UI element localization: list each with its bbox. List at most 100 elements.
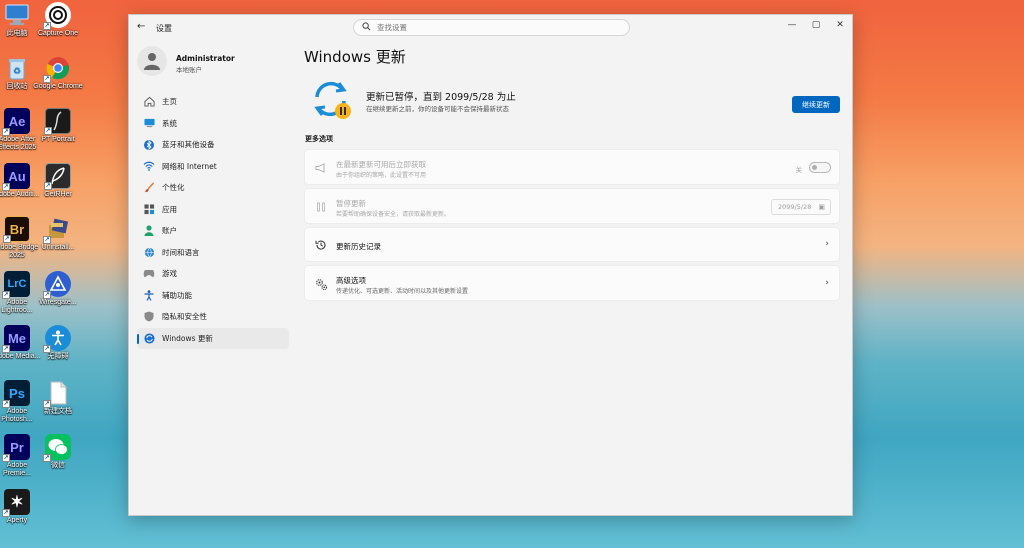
sidebar-nav: 主页 系统 蓝牙和其他设备 网络和 Internet 个性化 应用 账户 时间和… — [137, 91, 289, 349]
wechat-icon: ↗ — [43, 434, 71, 462]
back-button[interactable]: ← — [137, 21, 145, 32]
desktop-icon-new-document[interactable]: ↗ 新建文档 — [33, 380, 83, 416]
wiresgate-icon: ↗ — [43, 271, 71, 299]
user-icon — [144, 53, 160, 70]
update-paused-icon — [309, 77, 353, 121]
home-icon — [143, 96, 155, 108]
option-advanced[interactable]: 高级选项 传递优化、可选更新、活动时间以及其他更新设置 › — [304, 265, 840, 301]
history-icon — [314, 238, 328, 252]
desktop-icon-label: Aperty — [6, 517, 28, 524]
desktop-icon-accessibility[interactable]: ↗ 无障碍 — [33, 325, 83, 361]
media-encoder-icon: Me ↗ — [2, 325, 30, 353]
desktop-icon-aperty[interactable]: ✶ ↗ Aperty — [0, 489, 42, 525]
calendar-icon: ▣ — [818, 203, 825, 211]
sidebar-item-windows-update[interactable]: Windows 更新 — [137, 327, 289, 349]
system-icon — [143, 117, 155, 129]
desktop-icon-label: Wiresgate... — [39, 299, 77, 306]
account-icon — [143, 225, 155, 237]
audition-icon: Au ↗ — [2, 163, 30, 191]
desktop-icon-getrher[interactable]: ↗ GetRHer — [33, 163, 83, 199]
close-button[interactable]: ✕ — [829, 17, 851, 33]
sidebar-item-accessibility[interactable]: 辅助功能 — [137, 285, 289, 307]
option-update-history[interactable]: 更新历史记录 › — [304, 227, 840, 262]
desktop-icon-label: GetRHer — [44, 191, 72, 198]
sidebar-item-privacy[interactable]: 隐私和安全性 — [137, 306, 289, 328]
chevron-right-icon: › — [825, 278, 829, 288]
chrome-icon: ↗ — [43, 55, 71, 83]
sidebar-item-personalization[interactable]: 个性化 — [137, 177, 289, 199]
title-bar: ← 设置 — ▢ ✕ — [129, 15, 852, 41]
accessibility-icon — [143, 289, 155, 301]
photoshop-icon: Ps ↗ — [2, 380, 30, 408]
brush-icon — [143, 182, 155, 194]
sidebar-item-network[interactable]: 网络和 Internet — [137, 156, 289, 178]
user-profile[interactable]: Administrator 本地账户 — [137, 46, 287, 78]
svg-text:♻: ♻ — [13, 66, 21, 76]
date-value: 2099/5/28 — [778, 203, 812, 211]
capture-one-icon: ↗ — [43, 2, 71, 30]
update-icon — [143, 332, 155, 344]
account-type: 本地账户 — [176, 66, 202, 74]
toggle-state-label: 关 — [795, 166, 803, 174]
pt-portrait-icon: ↗ — [44, 108, 71, 135]
avatar — [137, 46, 167, 76]
option-title: 高级选项 — [336, 276, 366, 285]
search-input[interactable] — [377, 23, 607, 32]
resume-updates-button[interactable]: 继续更新 — [792, 96, 840, 113]
pause-icon — [314, 200, 328, 214]
bluetooth-icon — [143, 139, 155, 151]
sidebar-item-bluetooth[interactable]: 蓝牙和其他设备 — [137, 134, 289, 156]
sidebar-item-system[interactable]: 系统 — [137, 113, 289, 135]
accessibility-icon: ↗ — [43, 325, 71, 353]
chevron-right-icon: › — [825, 239, 829, 249]
user-name: Administrator — [176, 54, 235, 63]
status-title: 更新已暂停，直到 2099/5/28 为止 — [366, 92, 516, 103]
window-title: 设置 — [156, 24, 172, 33]
desktop-icon-label: 微信 — [51, 462, 65, 469]
computer-icon — [4, 2, 30, 28]
desktop-icon-uninstall[interactable]: ↗ Uninstall... — [33, 216, 83, 252]
gears-icon — [314, 277, 328, 291]
aperty-icon: ✶ ↗ — [2, 489, 30, 517]
sidebar-item-home[interactable]: 主页 — [137, 91, 289, 113]
desktop-icon-wechat[interactable]: ↗ 微信 — [33, 434, 83, 470]
option-subtitle: 由于你组织的策略，此设置不可用 — [336, 172, 427, 179]
sidebar-item-apps[interactable]: 应用 — [137, 199, 289, 221]
gamepad-icon — [143, 268, 155, 280]
status-subtitle: 在继续更新之前，你的设备可能不会保持最新状态 — [366, 105, 509, 113]
search-icon — [362, 22, 371, 33]
latest-updates-toggle[interactable] — [809, 162, 831, 173]
pause-until-date-picker[interactable]: 2099/5/28 ▣ — [771, 199, 831, 215]
megaphone-icon — [314, 161, 328, 175]
maximize-button[interactable]: ▢ — [805, 17, 827, 33]
premiere-icon: Pr ↗ — [2, 434, 30, 462]
desktop-icon-label: Capture One — [37, 30, 79, 37]
desktop-icon-capture-one[interactable]: ↗ Capture One — [33, 2, 83, 38]
sidebar-item-gaming[interactable]: 游戏 — [137, 263, 289, 285]
minimize-button[interactable]: — — [781, 17, 803, 33]
uninstall-icon: ↗ — [43, 216, 71, 244]
lightroom-classic-icon: LrC ↗ — [2, 271, 30, 299]
page-title: Windows 更新 — [304, 48, 406, 66]
desktop-icon-label: 无障碍 — [47, 353, 69, 360]
feather-icon: ↗ — [44, 163, 71, 190]
desktop-icon-pt-portrait[interactable]: ↗ PT Portrait — [33, 108, 83, 144]
desktop-icon-label: Uninstall... — [41, 244, 75, 251]
desktop-icon-chrome[interactable]: ↗ Google Chrome — [33, 55, 83, 91]
desktop-icon-wiresgate[interactable]: ↗ Wiresgate... — [33, 271, 83, 307]
option-title: 在最新更新可用后立即获取 — [336, 160, 426, 169]
sidebar-item-time-language[interactable]: 时间和语言 — [137, 242, 289, 264]
apps-icon — [143, 203, 155, 215]
option-title: 暂停更新 — [336, 199, 366, 208]
network-icon — [143, 160, 155, 172]
desktop-icon-label: 新建文档 — [44, 408, 72, 415]
more-options-heading: 更多选项 — [305, 135, 333, 143]
after-effects-icon: Ae ↗ — [2, 108, 30, 136]
option-get-latest-updates: 在最新更新可用后立即获取 由于你组织的策略，此设置不可用 关 — [304, 149, 840, 185]
document-icon: ↗ — [43, 380, 71, 408]
option-subtitle: 传递优化、可选更新、活动时间以及其他更新设置 — [336, 288, 469, 295]
desktop-icon-label: Google Chrome — [33, 83, 83, 90]
sidebar-item-accounts[interactable]: 账户 — [137, 220, 289, 242]
search-box[interactable] — [353, 19, 630, 36]
option-subtitle: 若要帮助确保设备安全，请获取最新更新。 — [336, 211, 451, 218]
